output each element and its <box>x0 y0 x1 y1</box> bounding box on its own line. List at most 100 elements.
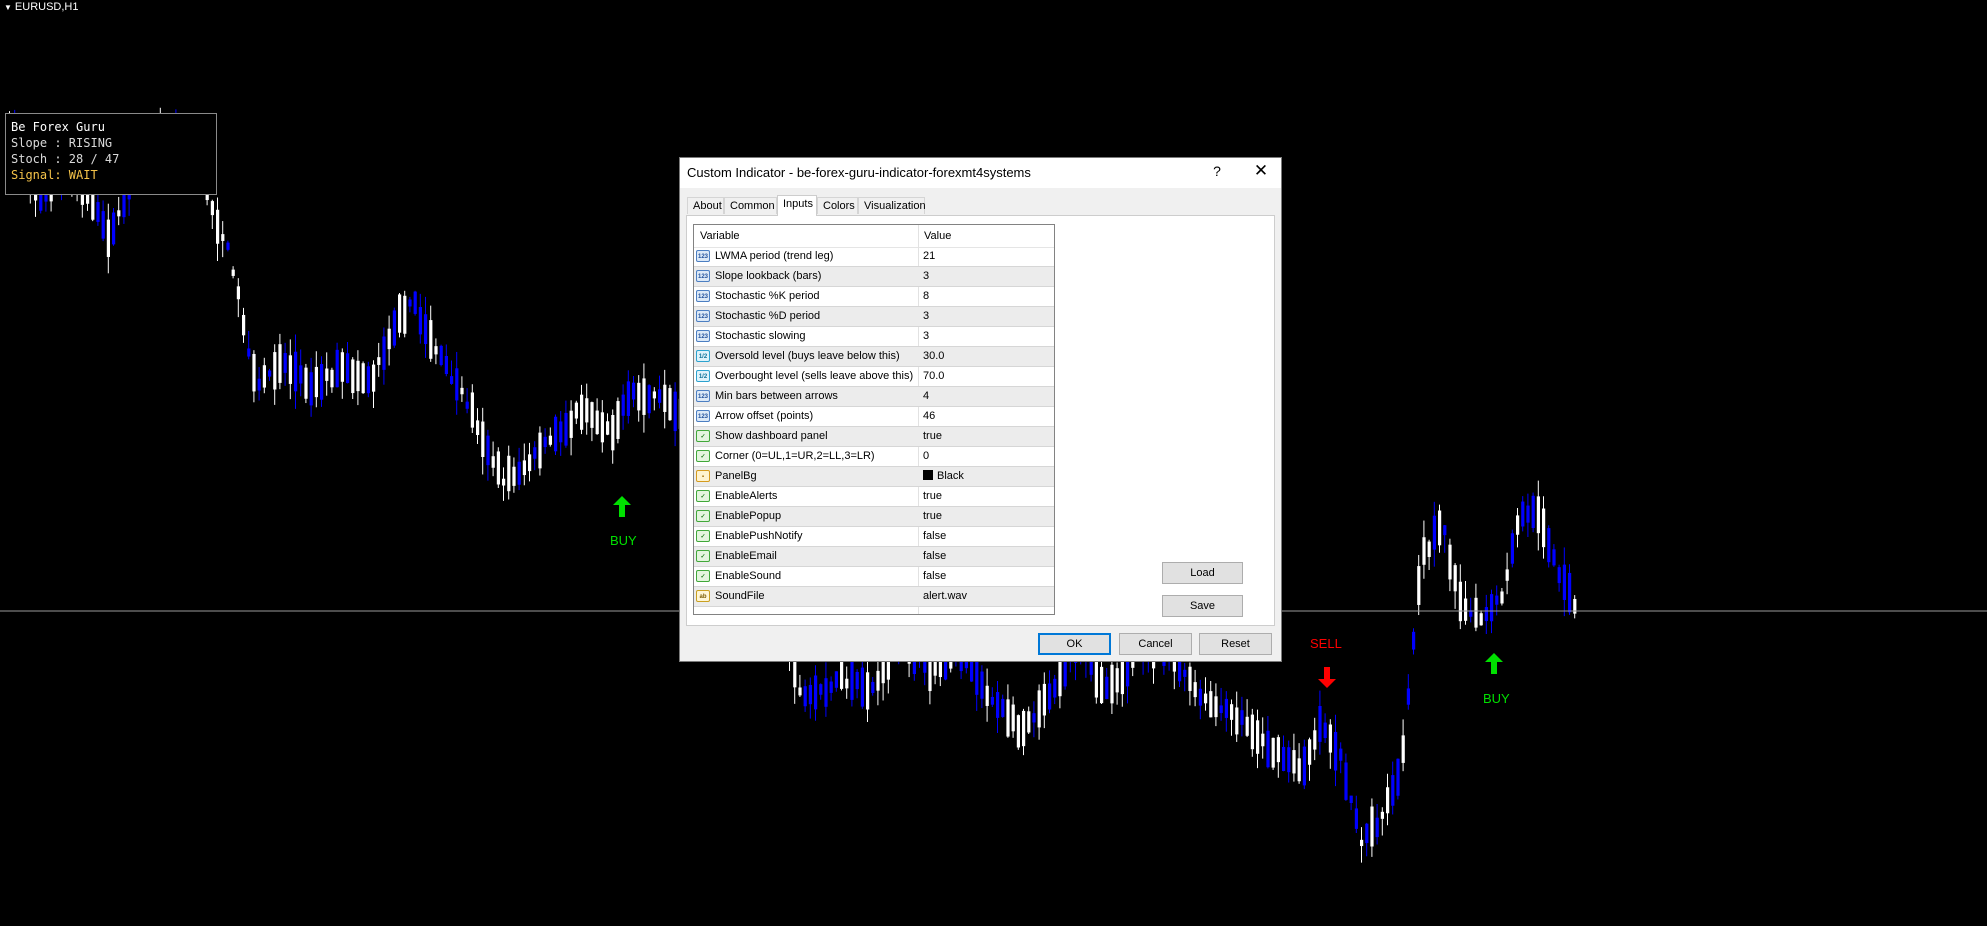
sell-signal-label: SELL <box>1310 636 1342 651</box>
input-value[interactable]: 4 <box>923 390 929 402</box>
integer-type-icon: 123 <box>696 270 710 282</box>
load-button[interactable]: Load <box>1162 562 1243 584</box>
column-header-value[interactable]: Value <box>924 230 951 242</box>
candle-body <box>346 353 350 384</box>
candle-body <box>444 355 448 375</box>
input-row[interactable]: 123 Slope lookback (bars) 3 <box>694 267 1054 287</box>
candle-body <box>528 454 532 472</box>
cancel-button[interactable]: Cancel <box>1119 633 1192 655</box>
candle-body <box>502 478 506 486</box>
input-value[interactable]: 46 <box>923 410 935 422</box>
input-row[interactable]: ✓ EnablePopup true <box>694 507 1054 527</box>
color-swatch <box>923 470 933 480</box>
candle-body <box>1552 549 1556 566</box>
input-value[interactable]: Black <box>923 470 964 482</box>
input-value[interactable]: 3 <box>923 330 929 342</box>
dialog-titlebar[interactable]: Custom Indicator - be-forex-guru-indicat… <box>680 158 1281 188</box>
candle-body <box>117 210 121 217</box>
help-button[interactable]: ? <box>1207 163 1227 179</box>
tab-about[interactable]: About <box>687 197 724 214</box>
input-row[interactable]: 1/2 Oversold level (buys leave below this… <box>694 347 1054 367</box>
candle-body <box>1531 495 1535 528</box>
input-row[interactable]: 123 Stochastic slowing 3 <box>694 327 1054 347</box>
input-row[interactable]: 1/2 Overbought level (sells leave above t… <box>694 367 1054 387</box>
input-value[interactable]: false <box>923 530 946 542</box>
ok-button[interactable]: OK <box>1038 633 1111 655</box>
candle-body <box>850 661 854 700</box>
input-value[interactable]: false <box>923 550 946 562</box>
candle-body <box>1032 713 1036 723</box>
candle-body <box>840 661 844 689</box>
candle-body <box>252 353 256 392</box>
reset-button[interactable]: Reset <box>1199 633 1272 655</box>
tab-common[interactable]: Common <box>724 197 777 214</box>
candle-body <box>595 410 599 435</box>
input-value[interactable]: 30.0 <box>923 350 944 362</box>
candle-body <box>621 394 625 416</box>
candle-body <box>559 421 563 443</box>
candle-body <box>590 402 594 428</box>
candle-body <box>652 391 656 399</box>
input-row[interactable]: 123 Min bars between arrows 4 <box>694 387 1054 407</box>
dashboard-panel: Be Forex Guru Slope : RISING Stoch : 28 … <box>5 113 217 195</box>
input-value[interactable]: 0 <box>923 450 929 462</box>
input-value[interactable]: true <box>923 490 942 502</box>
input-value[interactable]: 3 <box>923 270 929 282</box>
input-variable-name: Oversold level (buys leave below this) <box>715 350 900 362</box>
candle-body <box>798 687 802 696</box>
input-row[interactable]: ✓ Show dashboard panel true <box>694 427 1054 447</box>
input-row[interactable]: ✓ EnableEmail false <box>694 547 1054 567</box>
candle-body <box>356 360 360 392</box>
input-row[interactable]: ✓ EnableAlerts true <box>694 487 1054 507</box>
input-value[interactable]: 21 <box>923 250 935 262</box>
input-value[interactable]: true <box>923 430 942 442</box>
candle-body <box>1375 817 1379 838</box>
input-value[interactable]: 8 <box>923 290 929 302</box>
input-row[interactable]: ✓ Corner (0=UL,1=UR,2=LL,3=LR) 0 <box>694 447 1054 467</box>
input-row[interactable]: ✓ EnableSound false <box>694 567 1054 587</box>
candle-body <box>273 352 277 390</box>
candle-body <box>455 368 459 401</box>
input-row[interactable]: 123 Stochastic %D period 3 <box>694 307 1054 327</box>
candle-body <box>1412 631 1416 650</box>
candle-body <box>1198 688 1202 706</box>
inputs-grid[interactable]: Variable Value 123 LWMA period (trend leg… <box>693 224 1055 615</box>
close-icon[interactable]: ✕ <box>1251 161 1271 181</box>
input-variable-name: Stochastic %K period <box>715 290 820 302</box>
tab-visualization[interactable]: Visualization <box>858 197 926 214</box>
input-row[interactable]: 123 Stochastic %K period 8 <box>694 287 1054 307</box>
input-row[interactable]: ✓ EnablePushNotify false <box>694 527 1054 547</box>
integer-type-icon: 123 <box>696 410 710 422</box>
input-value[interactable]: true <box>923 510 942 522</box>
input-row[interactable]: ab SoundFile alert.wav <box>694 587 1054 607</box>
input-value[interactable]: 3 <box>923 310 929 322</box>
input-row[interactable]: ▪ PanelBg Black <box>694 467 1054 487</box>
candle-body <box>990 696 994 705</box>
candle-body <box>845 678 849 689</box>
candle-body <box>1458 581 1462 622</box>
column-header-variable[interactable]: Variable <box>700 230 740 242</box>
input-value[interactable]: alert.wav <box>923 590 967 602</box>
dashboard-title: Be Forex Guru <box>11 120 105 134</box>
tab-colors[interactable]: Colors <box>817 197 858 214</box>
input-row[interactable]: 123 Arrow offset (points) 46 <box>694 407 1054 427</box>
candle-body <box>309 372 313 406</box>
candle-body <box>242 314 246 336</box>
save-button[interactable]: Save <box>1162 595 1243 617</box>
candle-body <box>1276 737 1280 763</box>
candle-body <box>236 286 240 300</box>
candle-body <box>403 295 407 334</box>
double-type-icon: 1/2 <box>696 350 710 362</box>
chart-symbol-label[interactable]: ▼ EURUSD,H1 <box>4 1 79 13</box>
candle-body <box>377 357 381 365</box>
input-value[interactable]: 70.0 <box>923 370 944 382</box>
input-row[interactable]: 123 LWMA period (trend leg) 21 <box>694 247 1054 267</box>
candle-body <box>808 684 812 705</box>
candle-body <box>1266 730 1270 768</box>
input-value[interactable]: false <box>923 570 946 582</box>
candle-body <box>637 382 641 411</box>
candle-body <box>283 353 287 373</box>
tab-inputs[interactable]: Inputs <box>777 195 817 216</box>
candle-body <box>1027 711 1031 733</box>
candle-body <box>439 345 443 365</box>
